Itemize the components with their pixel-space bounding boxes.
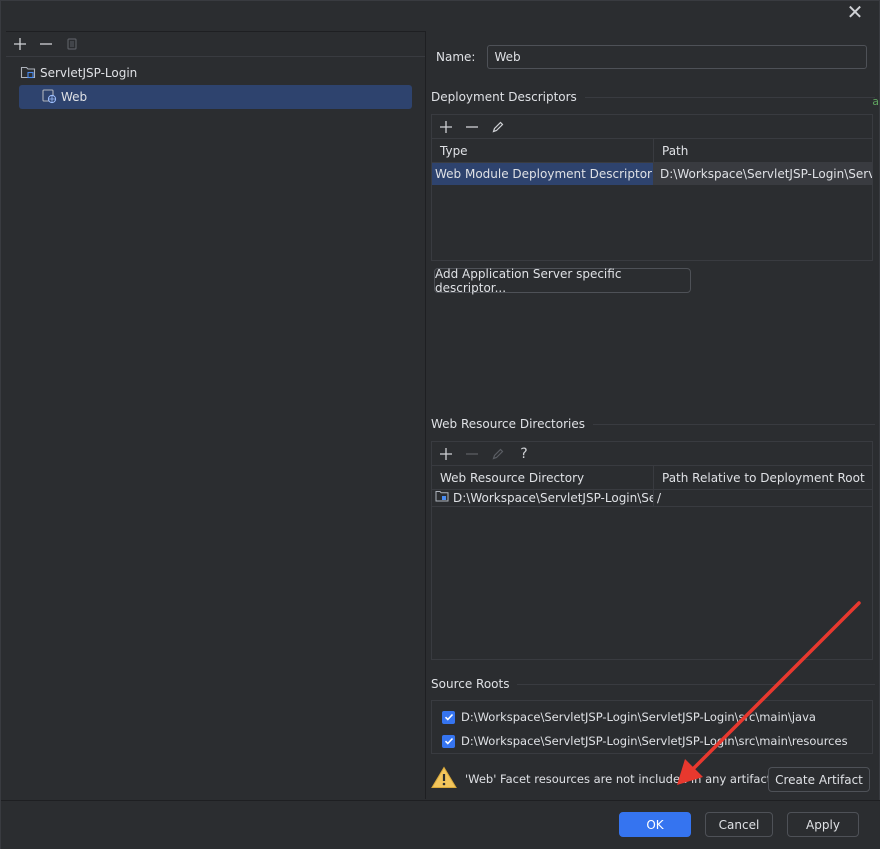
list-item[interactable]: D:\Workspace\ServletJSP-Login\ServletJSP… <box>432 729 872 753</box>
web-folder-icon <box>435 490 449 506</box>
remove-icon[interactable] <box>464 119 480 135</box>
descriptor-path-cell: D:\Workspace\ServletJSP-Login\ServletJ <box>654 163 872 185</box>
resource-directory-cell: D:\Workspace\ServletJSP-Login\Se... <box>432 490 654 507</box>
tree-toolbar <box>6 32 425 57</box>
warning-icon <box>431 766 457 792</box>
edit-icon[interactable] <box>490 119 506 135</box>
descriptor-toolbar <box>432 115 872 139</box>
list-item[interactable]: D:\Workspace\ServletJSP-Login\ServletJSP… <box>432 705 872 729</box>
source-root-checkbox[interactable] <box>442 710 455 724</box>
facet-tree: ServletJSP-Login Web <box>6 57 425 109</box>
source-root-path: D:\Workspace\ServletJSP-Login\ServletJSP… <box>461 734 848 748</box>
source-roots-list: D:\Workspace\ServletJSP-Login\ServletJSP… <box>431 700 873 754</box>
name-input[interactable] <box>487 45 868 69</box>
deployment-descriptors-title: Deployment Descriptors <box>431 90 875 104</box>
copy-icon[interactable] <box>64 36 80 52</box>
resource-toolbar: ? <box>432 442 872 466</box>
name-label: Name: <box>436 50 476 64</box>
close-button[interactable]: ✕ <box>845 2 865 23</box>
web-facet-icon <box>41 88 57 107</box>
help-icon[interactable]: ? <box>516 446 532 462</box>
table-row[interactable]: Web Module Deployment Descriptor D:\Work… <box>432 163 872 185</box>
ok-button[interactable]: OK <box>619 812 691 837</box>
add-server-descriptor-button[interactable]: Add Application Server specific descript… <box>434 267 691 295</box>
facet-settings-dialog: ✕ ServletJSP-Login Web Name: Web Deploym… <box>0 0 880 849</box>
web-resource-directories-title: Web Resource Directories <box>431 417 875 431</box>
dialog-footer: OK Cancel Apply <box>1 800 880 849</box>
add-icon[interactable] <box>438 119 454 135</box>
tree-item-web[interactable]: Web <box>19 85 412 109</box>
remove-icon[interactable] <box>38 36 54 52</box>
tree-item-label: Web <box>61 90 88 104</box>
relative-path-cell: / <box>654 490 872 507</box>
deployment-descriptors-table: Type Path Web Module Deployment Descript… <box>431 114 873 261</box>
edge-fragment: a <box>872 95 879 108</box>
descriptor-type-cell: Web Module Deployment Descriptor <box>432 163 654 185</box>
module-folder-icon <box>20 64 36 83</box>
edit-icon[interactable] <box>490 446 506 462</box>
source-roots-title: Source Roots <box>431 677 875 691</box>
column-header-directory[interactable]: Web Resource Directory <box>432 466 654 489</box>
column-header-type[interactable]: Type <box>432 139 654 162</box>
add-icon[interactable] <box>12 36 28 52</box>
web-resource-directories-table: ? Web Resource Directory Path Relative t… <box>431 441 873 660</box>
create-artifact-button[interactable]: Create Artifact <box>768 767 870 792</box>
name-row: Name: <box>436 45 868 69</box>
source-root-path: D:\Workspace\ServletJSP-Login\ServletJSP… <box>461 710 816 724</box>
table-header: Type Path <box>432 139 872 163</box>
warning-text: 'Web' Facet resources are not included i… <box>465 772 778 786</box>
facet-tree-panel: ServletJSP-Login Web <box>6 31 426 799</box>
cancel-button[interactable]: Cancel <box>705 812 773 837</box>
remove-icon[interactable] <box>464 446 480 462</box>
tree-item-module[interactable]: ServletJSP-Login <box>6 61 425 85</box>
add-icon[interactable] <box>438 446 454 462</box>
table-header: Web Resource Directory Path Relative to … <box>432 466 872 490</box>
apply-button[interactable]: Apply <box>787 812 859 837</box>
facet-details-panel: Name: Deployment Descriptors Type Pat <box>427 31 879 799</box>
column-header-relative-path[interactable]: Path Relative to Deployment Root <box>654 466 872 489</box>
warning-row: 'Web' Facet resources are not included i… <box>431 766 777 792</box>
source-root-checkbox[interactable] <box>442 734 455 748</box>
table-row[interactable]: D:\Workspace\ServletJSP-Login\Se... / <box>432 490 872 507</box>
tree-item-label: ServletJSP-Login <box>40 66 138 80</box>
column-header-path[interactable]: Path <box>654 139 872 162</box>
